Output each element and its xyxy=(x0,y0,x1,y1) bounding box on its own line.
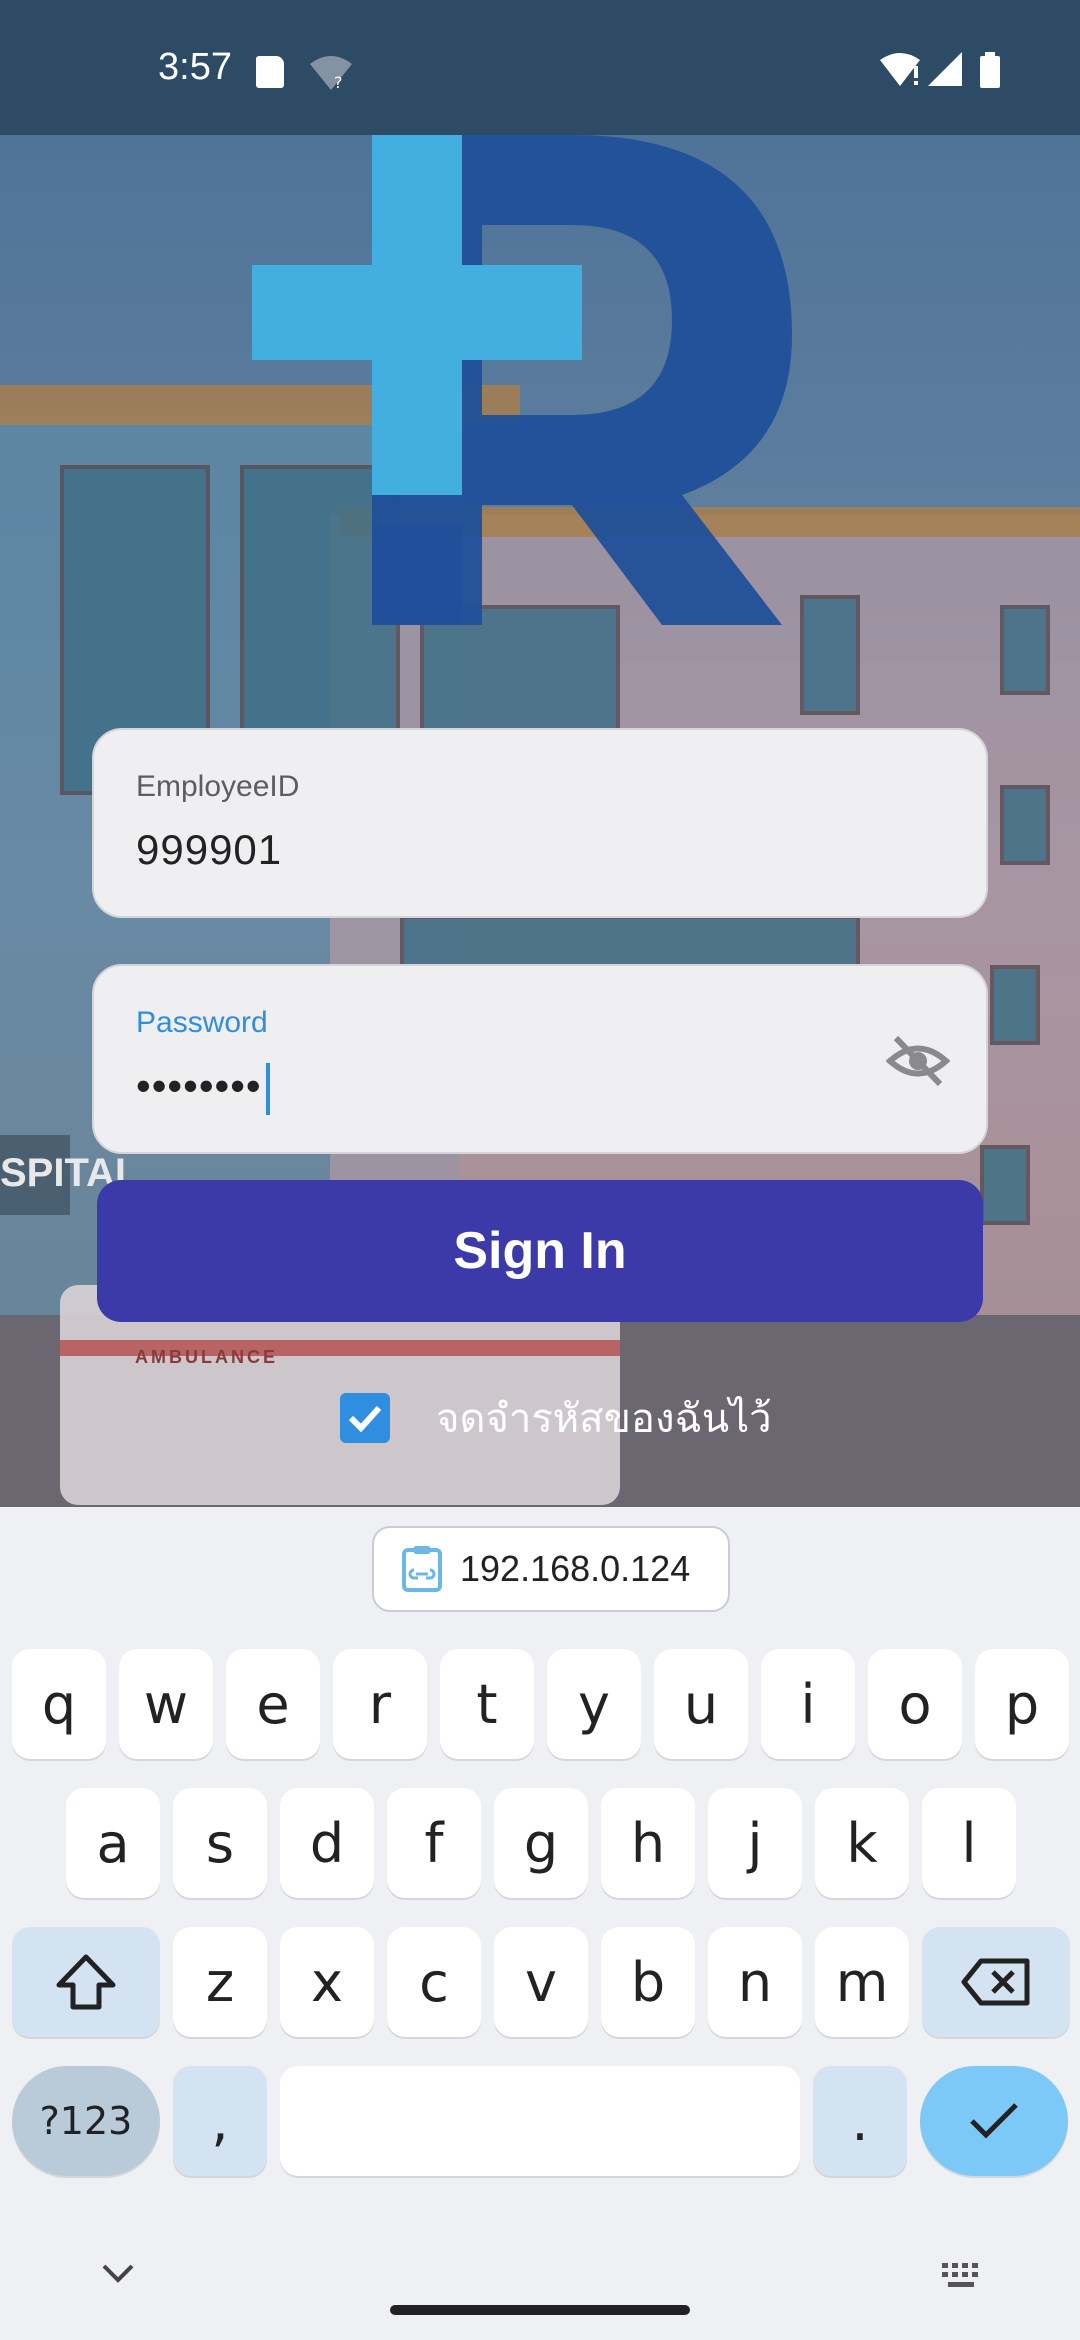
clipboard-text: 192.168.0.124 xyxy=(460,1548,691,1589)
comma-key[interactable]: , xyxy=(173,2066,267,2176)
signal-icon xyxy=(928,52,962,86)
key-x[interactable]: x xyxy=(280,1927,374,2037)
key-q[interactable]: q xyxy=(12,1649,106,1759)
remember-checkbox[interactable] xyxy=(340,1393,390,1443)
check-icon xyxy=(348,1405,382,1433)
key-u[interactable]: u xyxy=(654,1649,748,1759)
clipboard-suggestion-chip[interactable]: 192.168.0.124 xyxy=(372,1526,730,1612)
key-w[interactable]: w xyxy=(119,1649,213,1759)
sign-in-button[interactable]: Sign In xyxy=(97,1180,983,1322)
wifi-alert-icon xyxy=(880,53,920,86)
remember-label: จดจำรหัสของฉันไว้ xyxy=(436,1396,772,1442)
enter-key[interactable] xyxy=(920,2066,1068,2176)
backspace-key[interactable] xyxy=(922,1927,1070,2037)
password-field[interactable]: Password •••••••• xyxy=(92,964,988,1154)
symbols-key[interactable]: ?123 xyxy=(12,2066,160,2176)
password-value-wrap[interactable]: •••••••• xyxy=(136,1062,270,1115)
backspace-icon xyxy=(961,1958,1030,2006)
shift-key[interactable] xyxy=(12,1927,160,2037)
key-v[interactable]: v xyxy=(494,1927,588,2037)
key-s[interactable]: s xyxy=(173,1788,267,1898)
hospital-sign: SPITAL xyxy=(0,1135,139,1215)
checkmark-icon xyxy=(970,2103,1018,2139)
key-c[interactable]: c xyxy=(387,1927,481,2037)
status-time: 3:57 xyxy=(158,46,232,88)
status-right-icons xyxy=(880,52,1000,88)
key-j[interactable]: j xyxy=(708,1788,802,1898)
key-h[interactable]: h xyxy=(601,1788,695,1898)
keyboard-switch-icon[interactable] xyxy=(940,2261,986,2291)
key-y[interactable]: y xyxy=(547,1649,641,1759)
key-f[interactable]: f xyxy=(387,1788,481,1898)
wifi-question-icon: ? xyxy=(310,56,352,92)
key-e[interactable]: e xyxy=(226,1649,320,1759)
key-g[interactable]: g xyxy=(494,1788,588,1898)
battery-icon xyxy=(980,52,1000,88)
key-a[interactable]: a xyxy=(66,1788,160,1898)
password-label: Password xyxy=(136,1006,268,1039)
key-l[interactable]: l xyxy=(922,1788,1016,1898)
key-d[interactable]: d xyxy=(280,1788,374,1898)
employee-id-value[interactable]: 999901 xyxy=(136,826,282,874)
key-p[interactable]: p xyxy=(975,1649,1069,1759)
space-key[interactable] xyxy=(280,2066,800,2176)
svg-text:?: ? xyxy=(334,73,343,92)
hide-keyboard-chevron-icon[interactable] xyxy=(100,2262,136,2284)
key-z[interactable]: z xyxy=(173,1927,267,2037)
employee-id-field[interactable]: EmployeeID 999901 xyxy=(92,728,988,918)
sd-card-icon xyxy=(256,56,284,88)
text-cursor xyxy=(265,1062,270,1115)
key-t[interactable]: t xyxy=(440,1649,534,1759)
shift-icon xyxy=(56,1954,116,2010)
home-gesture-bar[interactable] xyxy=(390,2305,690,2315)
clipboard-link-icon xyxy=(402,1546,442,1592)
key-k[interactable]: k xyxy=(815,1788,909,1898)
key-b[interactable]: b xyxy=(601,1927,695,2037)
visibility-off-icon[interactable] xyxy=(886,1032,950,1090)
soft-keyboard: 192.168.0.124 q w e r t y u i o p a s d … xyxy=(0,1507,1080,2340)
period-key[interactable]: . xyxy=(813,2066,907,2176)
employee-id-label: EmployeeID xyxy=(136,770,300,803)
key-m[interactable]: m xyxy=(815,1927,909,2037)
key-n[interactable]: n xyxy=(708,1927,802,2037)
status-bar: 3:57 ? xyxy=(0,0,1080,135)
remember-me-row[interactable]: จดจำรหัสของฉันไว้ xyxy=(340,1388,772,1448)
app-logo xyxy=(252,135,792,625)
key-i[interactable]: i xyxy=(761,1649,855,1759)
ambulance-label: AMBULANCE xyxy=(135,1347,278,1367)
password-value: •••••••• xyxy=(136,1062,262,1109)
key-r[interactable]: r xyxy=(333,1649,427,1759)
key-o[interactable]: o xyxy=(868,1649,962,1759)
